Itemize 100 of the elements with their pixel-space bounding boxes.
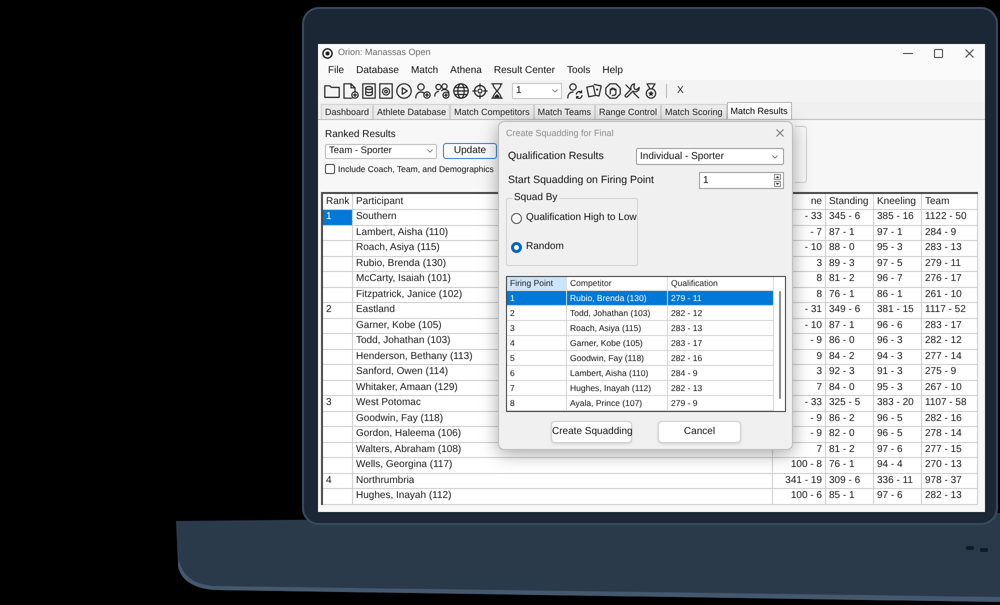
- column-header[interactable]: Standing: [829, 196, 868, 206]
- table-cell: Hughes, Inayah (112): [356, 491, 452, 502]
- table-cell: 336 - 11: [877, 476, 913, 486]
- menu-item[interactable]: File: [322, 66, 350, 76]
- menu-item[interactable]: Tools: [561, 66, 596, 76]
- column-header[interactable]: Firing Point: [507, 277, 567, 291]
- tab[interactable]: Match Competitors: [450, 104, 534, 119]
- user-refresh-icon[interactable]: [567, 83, 583, 99]
- number-field[interactable]: 1: [699, 172, 784, 189]
- play-icon[interactable]: [396, 83, 412, 99]
- list-row[interactable]: 1 Rubio, Brenda (130) 279 - 11: [507, 291, 774, 306]
- list-row[interactable]: 4 Garner, Kobe (105) 283 - 17: [507, 336, 774, 351]
- user-plus-icon[interactable]: [415, 83, 431, 99]
- update-button[interactable]: Update: [443, 143, 497, 159]
- radio-label[interactable]: Random: [526, 242, 564, 252]
- table-cell: 349 - 6: [829, 305, 860, 316]
- crosshair-icon[interactable]: [472, 83, 488, 99]
- checkbox-label[interactable]: Include Coach, Team, and Demographics: [338, 164, 494, 174]
- column-header[interactable]: Kneeling: [877, 196, 916, 206]
- column-header[interactable]: Competitor: [567, 277, 668, 291]
- column-header[interactable]: Rank: [326, 196, 350, 206]
- dropdown[interactable]: Individual - Sporter: [636, 148, 784, 165]
- table-cell: 978 - 37: [925, 476, 962, 486]
- list-row[interactable]: 2 Todd, Johathan (103) 282 - 12: [507, 306, 774, 321]
- x-button[interactable]: X: [674, 86, 687, 96]
- column-header[interactable]: Participant: [356, 196, 404, 206]
- table-cell: 86 - 2: [829, 414, 855, 424]
- database-icon[interactable]: [362, 83, 376, 99]
- table-cell: 341 - 19: [785, 476, 822, 486]
- table-cell: 278 - 14: [925, 429, 962, 440]
- spin-up-icon[interactable]: [774, 174, 781, 180]
- table-cell: 9: [816, 352, 822, 362]
- table-cell: 81 - 2: [829, 444, 855, 455]
- table-cell: West Potomac: [356, 398, 421, 408]
- section-label: Ranked Results: [325, 129, 396, 141]
- table-cell: - 9: [810, 414, 822, 424]
- table-cell: 7: [816, 444, 822, 455]
- table-cell: 81 - 2: [829, 274, 855, 284]
- table-cell: Southern: [356, 212, 397, 222]
- toolbar-dropdown[interactable]: 1: [512, 83, 562, 99]
- table-cell: 282 - 13: [925, 491, 962, 502]
- table-cell: 282 - 12: [925, 336, 962, 346]
- scrollbar-thumb[interactable]: [778, 291, 780, 399]
- list-row[interactable]: 3 Roach, Asiya (115) 283 - 13: [507, 321, 774, 336]
- close-icon[interactable]: [776, 129, 784, 137]
- table-cell: 97 - 6: [877, 444, 903, 455]
- radio-button[interactable]: [511, 212, 522, 224]
- table-cell: Rubio, Brenda (130): [356, 258, 446, 269]
- column-header[interactable]: ne: [810, 196, 822, 206]
- table-cell: 86 - 1: [877, 290, 903, 300]
- menu-item[interactable]: Result Center: [488, 66, 562, 76]
- folder-icon[interactable]: [324, 83, 340, 99]
- tab[interactable]: Match Teams: [534, 104, 595, 119]
- spin-down-icon[interactable]: [774, 181, 781, 187]
- cards-icon[interactable]: [586, 83, 602, 99]
- menu-item[interactable]: Help: [596, 66, 629, 76]
- list-row[interactable]: 6 Lambert, Aisha (110) 284 - 9: [507, 366, 774, 381]
- table-cell: Whitaker, Amaan (129): [356, 382, 458, 393]
- fist-icon[interactable]: [605, 83, 621, 99]
- tab[interactable]: Match Scoring: [661, 104, 727, 119]
- users-plus-icon[interactable]: [434, 83, 450, 99]
- group-label: Squad By: [512, 192, 560, 204]
- list-row[interactable]: 7 Hughes, Inayah (112) 282 - 13: [507, 381, 774, 396]
- close-icon[interactable]: [965, 48, 974, 58]
- column-header[interactable]: Team: [925, 196, 950, 206]
- checkbox[interactable]: [325, 164, 335, 174]
- globe-icon[interactable]: [453, 83, 469, 99]
- window-title: Orion: Manassas Open: [338, 46, 431, 60]
- dialog-button[interactable]: Create Squadding: [551, 421, 632, 443]
- menu-item[interactable]: Athena: [444, 66, 488, 76]
- dialog-button[interactable]: Cancel: [658, 421, 741, 443]
- radio-label[interactable]: Qualification High to Low: [526, 213, 637, 223]
- table-cell: 383 - 20: [877, 398, 914, 408]
- hourglass-icon[interactable]: [491, 83, 503, 99]
- table-cell: 94 - 3: [877, 352, 903, 362]
- list-row[interactable]: 8 Ayala, Prince (107) 279 - 9: [507, 396, 774, 411]
- gear-document-icon[interactable]: [379, 83, 393, 99]
- group-frame: [795, 126, 807, 183]
- tab[interactable]: Athlete Database: [373, 104, 450, 119]
- medal-icon[interactable]: [643, 83, 659, 99]
- dialog-title: Create Squadding for Final: [506, 128, 614, 138]
- wrench-icon[interactable]: [624, 83, 640, 99]
- tab[interactable]: Range Control: [594, 104, 662, 119]
- table-cell: 76 - 1: [829, 460, 855, 470]
- column-header[interactable]: Qualification: [668, 277, 774, 291]
- caret-icon: [552, 89, 558, 93]
- maximize-icon[interactable]: [934, 48, 943, 58]
- table-cell: 82 - 0: [829, 429, 855, 440]
- radio-button[interactable]: [511, 242, 522, 252]
- dropdown[interactable]: Team - Sporter: [325, 144, 437, 158]
- table-cell: 86 - 0: [829, 336, 855, 346]
- minimize-icon[interactable]: [902, 52, 912, 54]
- tab[interactable]: Dashboard: [321, 104, 374, 119]
- menu-item[interactable]: Database: [350, 66, 405, 76]
- tab[interactable]: Match Results: [726, 102, 792, 119]
- table-cell: Goodwin, Fay (118): [356, 414, 444, 424]
- list-row[interactable]: 5 Goodwin, Fay (118) 282 - 16: [507, 351, 774, 366]
- table-cell: 87 - 1: [829, 228, 855, 238]
- file-plus-icon[interactable]: [343, 83, 359, 99]
- menu-item[interactable]: Match: [404, 66, 444, 76]
